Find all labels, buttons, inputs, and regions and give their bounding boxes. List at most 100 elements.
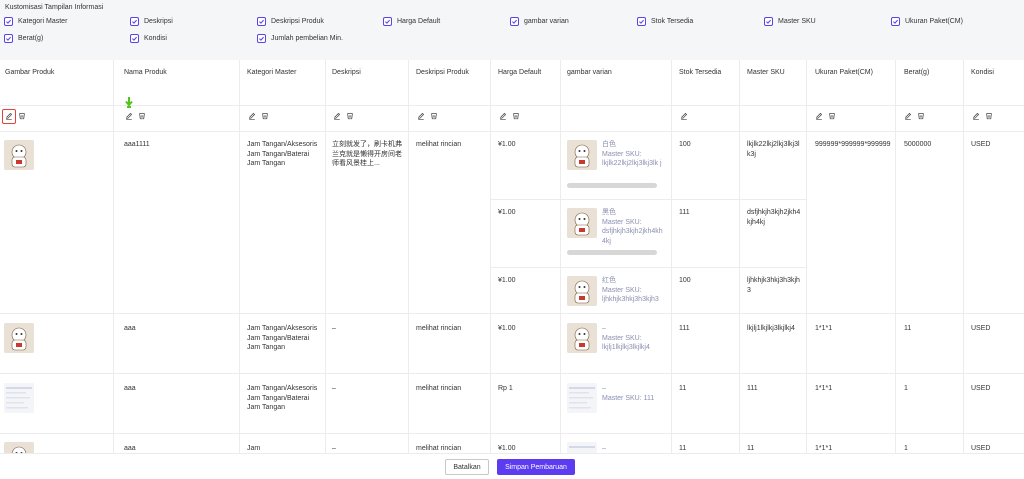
package-size: 999999*999999*999999 [815, 141, 891, 148]
column-header: Master SKU [747, 69, 785, 76]
column-header: Gambar Produk [5, 69, 55, 76]
reset-icon[interactable] [828, 112, 836, 120]
product-image[interactable] [4, 442, 34, 453]
view-details-link[interactable]: melihat rincian [416, 140, 461, 150]
reset-icon[interactable] [138, 112, 146, 120]
checkbox-deskripsi[interactable]: Deskripsi [130, 17, 173, 26]
checkbox-checked-icon [510, 17, 519, 26]
edit-pencil-icon[interactable] [248, 112, 256, 120]
stock: 11 [679, 445, 687, 452]
edit-pencil-icon[interactable] [680, 112, 688, 120]
package-size: 1*1*1 [815, 385, 833, 392]
column-divider [408, 60, 409, 453]
checkbox-label: Deskripsi Produk [271, 18, 324, 25]
product-image[interactable] [4, 323, 34, 353]
product-table: Gambar Produk Nama Produk Kategori Maste… [0, 60, 1024, 453]
checkbox-stok-tersedia[interactable]: Stok Tersedia [637, 17, 693, 26]
checkbox-berat[interactable]: Berat(g) [4, 34, 43, 43]
checkbox-jumlah-pembelian-min[interactable]: Jumlah pembelian Min. [257, 34, 343, 43]
edit-pencil-icon[interactable] [904, 112, 912, 120]
column-header: Stok Tersedia [679, 69, 722, 76]
checkbox-master-sku[interactable]: Master SKU [764, 17, 816, 26]
row-divider [0, 105, 1024, 106]
product-category: Jam [247, 445, 261, 452]
checkbox-kategori-master[interactable]: Kategori Master [4, 17, 67, 26]
save-update-button[interactable]: Simpan Pembaruan [497, 459, 575, 475]
edit-pencil-icon[interactable] [815, 112, 823, 120]
edit-pencil-icon[interactable] [333, 112, 341, 120]
view-details-link[interactable]: melihat rincian [416, 444, 461, 453]
edit-pencil-icon[interactable] [972, 112, 980, 120]
checkbox-label: Ukuran Paket(CM) [905, 18, 963, 25]
reset-icon[interactable] [512, 112, 520, 120]
view-details-link[interactable]: melihat rincian [416, 384, 461, 394]
weight: 5000000 [904, 141, 932, 148]
reset-icon[interactable] [985, 112, 993, 120]
column-divider [806, 60, 807, 453]
edit-pencil-icon[interactable] [417, 112, 425, 120]
variant-sku: ljhkhjk3hkj3h3kjh3 [602, 296, 659, 303]
checkbox-checked-icon [130, 34, 139, 43]
edit-pencil-icon[interactable] [499, 112, 507, 120]
reset-icon[interactable] [917, 112, 925, 120]
cancel-button[interactable]: Batalkan [445, 459, 489, 475]
variant-image[interactable] [567, 442, 597, 453]
checkbox-ukuran-paket[interactable]: Ukuran Paket(CM) [891, 17, 963, 26]
package-size: 1*1*1 [815, 325, 833, 332]
column-divider [113, 60, 114, 453]
product-image[interactable] [4, 140, 34, 170]
display-customization-panel: Kustomisasi Tampilan Informasi Kategori … [0, 0, 1024, 60]
checkbox-label: Harga Default [397, 18, 441, 25]
weight: 11 [904, 325, 912, 332]
horizontal-scrollbar[interactable] [567, 250, 657, 255]
checkbox-label: gambar varian [524, 18, 569, 25]
bulk-actions-stok [680, 112, 688, 120]
reset-icon[interactable] [346, 112, 354, 120]
view-details-link[interactable]: melihat rincian [416, 324, 461, 334]
variant-price: Rp 1 [498, 385, 513, 392]
variant-image[interactable] [567, 323, 597, 353]
variant-image[interactable] [567, 383, 597, 413]
edit-pencil-icon[interactable] [125, 112, 133, 120]
edit-pencil-icon[interactable] [5, 112, 13, 120]
reset-icon[interactable] [430, 112, 438, 120]
variant-image[interactable] [567, 140, 597, 170]
condition: USED [971, 325, 991, 332]
column-header: Kondisi [971, 69, 994, 76]
master-sku: 111 [747, 385, 758, 392]
product-category: Jam Tangan/Aksesoris Jam Tangan/Baterai … [247, 325, 318, 351]
product-category: Jam Tangan/Aksesoris Jam Tangan/Baterai … [247, 385, 318, 411]
checkbox-checked-icon [257, 34, 266, 43]
reset-icon[interactable] [18, 112, 26, 120]
variant-sku: Master SKU: 111 [602, 395, 655, 402]
column-header: Deskripsi [332, 69, 361, 76]
variant-name: 黑色 [602, 209, 616, 216]
variant-image[interactable] [567, 208, 597, 238]
master-sku: lkjlk22lkj2lkj3lkj3lk3j [747, 141, 800, 158]
stock: 111 [679, 209, 690, 216]
product-description: – [332, 325, 336, 332]
column-divider [560, 60, 561, 453]
column-header: Deskripsi Produk [416, 69, 469, 76]
checkbox-checked-icon [764, 17, 773, 26]
reset-icon[interactable] [261, 112, 269, 120]
checkbox-harga-default[interactable]: Harga Default [383, 17, 440, 26]
bulk-actions-nama-produk [125, 112, 146, 120]
horizontal-scrollbar[interactable] [567, 183, 657, 188]
customization-title: Kustomisasi Tampilan Informasi [5, 4, 104, 11]
checkbox-deskripsi-produk[interactable]: Deskripsi Produk [257, 17, 324, 26]
condition: USED [971, 385, 991, 392]
column-header: Ukuran Paket(CM) [815, 69, 873, 76]
variant-name: – [602, 325, 606, 332]
condition: USED [971, 141, 991, 148]
checkbox-gambar-varian[interactable]: gambar varian [510, 17, 569, 26]
checkbox-kondisi[interactable]: Kondisi [130, 34, 167, 43]
master-sku: lkjlj1lkjlkj3lkjlkj4 [747, 325, 795, 332]
column-divider [239, 60, 240, 453]
variant-price: ¥1.00 [498, 445, 516, 452]
variant-image[interactable] [567, 276, 597, 306]
weight: 1 [904, 385, 908, 392]
product-image[interactable] [4, 383, 34, 413]
variant-sku: dsfjhkjh3kjh2jkh4kh4kj [602, 228, 663, 245]
checkbox-label: Kategori Master [18, 18, 68, 25]
